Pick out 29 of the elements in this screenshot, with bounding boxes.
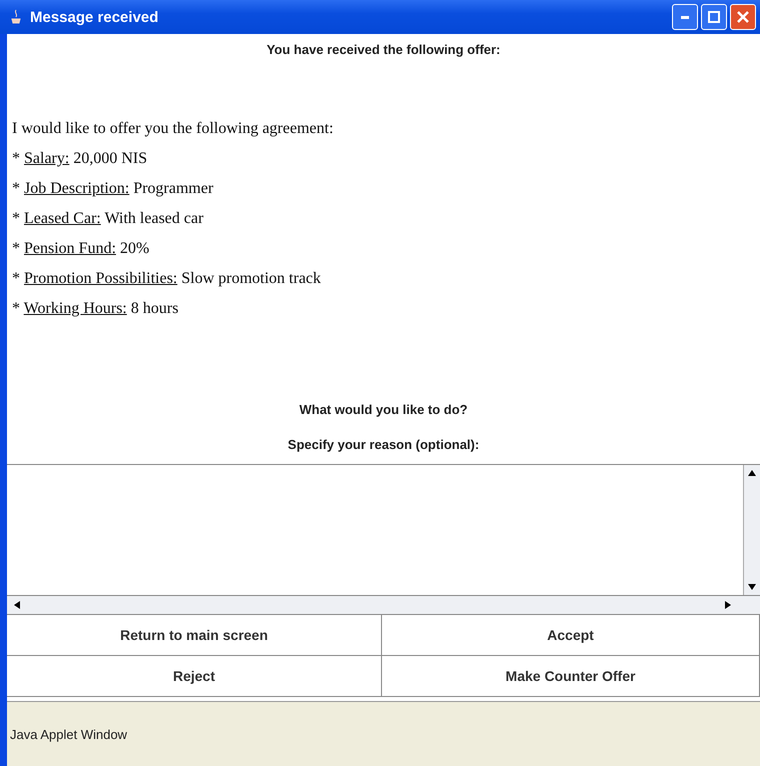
action-button[interactable]: Make Counter Offer xyxy=(382,656,760,697)
maximize-button[interactable] xyxy=(701,4,727,30)
minimize-button[interactable] xyxy=(672,4,698,30)
term-line: * Salary: 20,000 NIS xyxy=(12,150,148,168)
action-button[interactable]: Reject xyxy=(7,656,382,697)
action-button[interactable]: Accept xyxy=(382,615,760,656)
scroll-right-icon[interactable] xyxy=(724,601,732,609)
minimize-icon xyxy=(681,16,689,18)
intro-text: I would like to offer you the following agreement: xyxy=(12,120,334,138)
status-text: Java Applet Window xyxy=(10,726,128,742)
close-icon xyxy=(737,11,749,23)
reason-label: Specify your reason (optional): xyxy=(288,437,480,452)
offer-heading: You have received the following offer: xyxy=(266,42,500,57)
vertical-scrollbar[interactable] xyxy=(743,465,760,595)
horizontal-scrollbar[interactable] xyxy=(7,595,760,615)
java-cup-icon xyxy=(10,9,22,25)
maximize-icon xyxy=(708,11,720,23)
term-line: * Promotion Possibilities: Slow promotion track xyxy=(12,270,321,288)
action-button[interactable]: Return to main screen xyxy=(7,615,382,656)
term-line: * Leased Car: With leased car xyxy=(12,210,204,228)
question-text: What would you like to do? xyxy=(299,402,468,417)
close-button[interactable] xyxy=(730,4,756,30)
scroll-down-icon[interactable] xyxy=(748,583,756,591)
window-title: Message received xyxy=(30,8,160,26)
term-line: * Working Hours: 8 hours xyxy=(12,300,178,318)
scroll-up-icon[interactable] xyxy=(748,469,756,477)
scroll-left-icon[interactable] xyxy=(13,601,21,609)
term-line: * Job Description: Programmer xyxy=(12,180,214,198)
term-line: * Pension Fund: 20% xyxy=(12,240,150,258)
